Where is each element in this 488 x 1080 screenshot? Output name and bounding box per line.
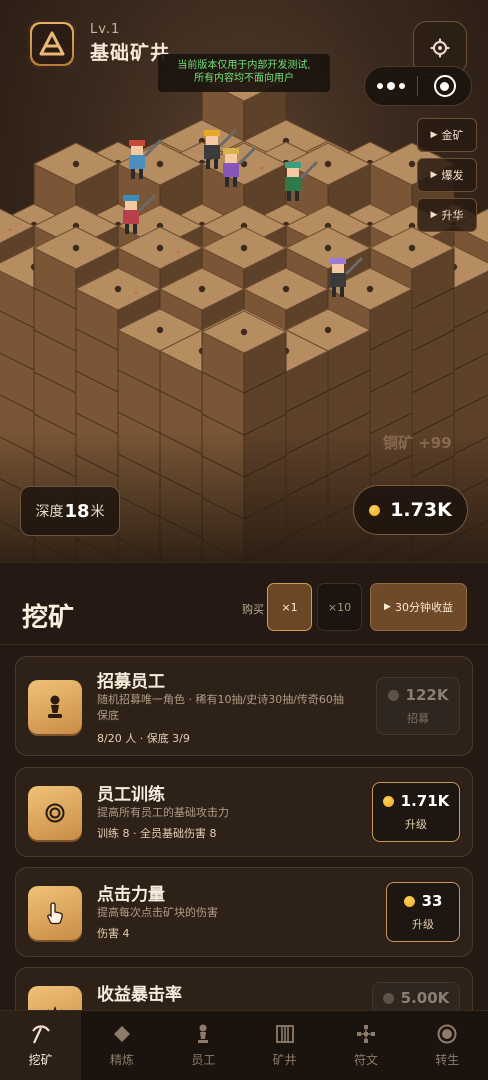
rebirth-icon — [437, 1024, 457, 1044]
close-capsule-icon[interactable] — [418, 75, 471, 97]
sublimate-button[interactable]: ▶ 升华 — [417, 198, 477, 232]
diamond-icon — [113, 1026, 130, 1042]
divider — [0, 644, 488, 645]
click-power-upgrade-button[interactable]: 33 升级 — [386, 882, 460, 942]
tab-label: 精炼 — [109, 1053, 134, 1067]
pointer-icon — [28, 886, 82, 940]
tab-mining[interactable]: 挖矿 — [0, 1011, 82, 1080]
card-stats: 伤害 4 — [97, 927, 130, 940]
tab-runes[interactable]: 符文 — [325, 1011, 406, 1080]
card-title: 员工训练 — [97, 785, 165, 805]
burst-button[interactable]: ▶ 爆发 — [417, 158, 477, 192]
coin-icon — [369, 504, 381, 516]
price: 122K — [405, 686, 449, 704]
buy-x10-button[interactable]: ×10 — [317, 583, 362, 631]
card-title: 招募员工 — [97, 672, 165, 692]
play-triangle-icon: ▶ — [430, 130, 438, 140]
price: 33 — [421, 892, 443, 910]
tab-label: 符文 — [353, 1053, 378, 1067]
more-menu-icon[interactable] — [365, 82, 417, 90]
coin-icon — [382, 992, 394, 1004]
play-triangle-icon: ▶ — [430, 210, 438, 220]
price: 1.71K — [400, 792, 450, 810]
buy-x1-button[interactable]: ×1 — [267, 583, 312, 631]
depth-value: 18 — [64, 500, 90, 522]
mine-emblem-icon[interactable] — [28, 20, 76, 68]
price: 5.00K — [400, 989, 450, 1007]
training-upgrade-button[interactable]: 1.71K 升级 — [372, 782, 460, 842]
pawn-icon — [28, 680, 82, 734]
depth-display: 深度 18 米 — [20, 486, 120, 536]
tab-label: 转生 — [435, 1053, 460, 1067]
dev-notice-line-1: 当前版本仅用于内部开发测试, — [177, 60, 311, 71]
pawn-icon — [198, 1024, 209, 1043]
floating-gain-text: 铜矿 +99 — [383, 434, 452, 452]
side-button-label: 爆发 — [441, 169, 464, 182]
crit-rate-upgrade-button[interactable]: 5.00K — [372, 982, 460, 1010]
rune-icon — [356, 1025, 375, 1043]
pickaxe-icon — [31, 1025, 50, 1044]
card-description: 提高所有员工的基础攻击力 — [97, 806, 229, 819]
tab-staff[interactable]: 员工 — [163, 1011, 244, 1080]
dev-notice-line-2: 所有内容均不面向用户 — [194, 73, 294, 84]
side-button-label: 金矿 — [441, 129, 464, 142]
mining-panel: 挖矿 购买 ×1 ×10 ▶ 30分钟收益 招募员工 随机招募唯一角色 · 稀有… — [0, 562, 488, 1010]
side-button-label: 升华 — [441, 209, 464, 222]
coin-icon — [382, 795, 394, 807]
tab-label: 挖矿 — [28, 1053, 53, 1067]
mine-level: Lv.1 — [90, 22, 121, 37]
card-stats: 训练 8 · 全员基础伤害 8 — [97, 827, 217, 840]
depth-label: 深度 — [35, 504, 64, 520]
recruit-button[interactable]: 122K 招募 — [376, 677, 460, 735]
gear-icon — [430, 38, 450, 58]
card-title: 点击力量 — [97, 885, 165, 905]
action-label: 升级 — [405, 818, 427, 831]
gold-balance: 1.73K — [353, 485, 468, 535]
panel-title: 挖矿 — [22, 603, 75, 633]
training-card: 员工训练 提高所有员工的基础攻击力 训练 8 · 全员基础伤害 8 1.71K … — [15, 767, 473, 857]
mine-scene[interactable]: Lv.1 基础矿井 当前版本仅用于内部开发测试, 所有内容均不面向用户 ▶ 金矿… — [0, 0, 488, 562]
action-label: 招募 — [407, 712, 429, 725]
tab-rebirth[interactable]: 转生 — [407, 1011, 488, 1080]
card-description-line-2: 保底 — [97, 709, 119, 722]
click-power-card: 点击力量 提高每次点击矿块的伤害 伤害 4 33 升级 — [15, 867, 473, 957]
recruit-card: 招募员工 随机招募唯一角色 · 稀有10抽/史诗30抽/传奇60抽 保底 8/2… — [15, 656, 473, 756]
card-description: 提高每次点击矿块的伤害 — [97, 906, 218, 919]
tab-label: 员工 — [191, 1053, 216, 1067]
income-30min-label: 30分钟收益 — [394, 601, 453, 614]
coin-icon — [387, 689, 399, 701]
income-30min-button[interactable]: ▶ 30分钟收益 — [370, 583, 467, 631]
play-triangle-icon: ▶ — [384, 602, 391, 612]
crit-rate-card: 收益暴击率 5.00K — [15, 967, 473, 1010]
bottom-tab-bar: 挖矿 精炼 员工 矿井 符文 转生 — [0, 1010, 488, 1080]
gold-value: 1.73K — [390, 499, 452, 521]
card-title: 收益暴击率 — [97, 985, 182, 1005]
mine-shaft-icon — [275, 1025, 294, 1043]
crown-icon — [28, 986, 82, 1010]
play-triangle-icon: ▶ — [430, 170, 438, 180]
gold-mine-button[interactable]: ▶ 金矿 — [417, 118, 477, 152]
tab-mine-shaft[interactable]: 矿井 — [244, 1011, 325, 1080]
card-description: 随机招募唯一角色 · 稀有10抽/史诗30抽/传奇60抽 保底 — [97, 692, 344, 724]
mini-program-capsule — [364, 66, 472, 106]
tab-label: 矿井 — [272, 1053, 297, 1067]
depth-unit: 米 — [90, 504, 105, 520]
buy-label: 购买 — [242, 603, 264, 616]
action-label: 升级 — [412, 918, 434, 931]
card-stats: 8/20 人 · 保底 3/9 — [97, 732, 190, 745]
coin-icon — [403, 895, 415, 907]
tab-refine[interactable]: 精炼 — [81, 1011, 162, 1080]
dev-notice: 当前版本仅用于内部开发测试, 所有内容均不面向用户 — [158, 54, 330, 92]
card-description-line-1: 随机招募唯一角色 · 稀有10抽/史诗30抽/传奇60抽 — [97, 693, 344, 706]
target-icon — [28, 786, 82, 840]
